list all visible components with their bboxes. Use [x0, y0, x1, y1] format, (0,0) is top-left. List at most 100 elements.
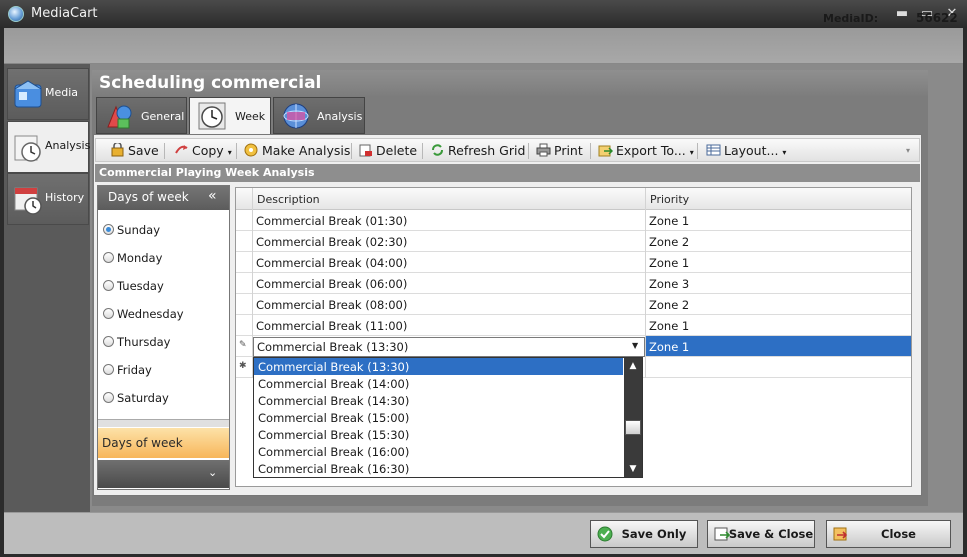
print-button[interactable]: Print — [536, 142, 583, 160]
toolbar-divider — [590, 143, 591, 159]
dropdown-item[interactable]: Commercial Break (16:30) — [254, 460, 623, 477]
print-label: Print — [554, 143, 583, 158]
toolbar-divider — [236, 143, 237, 159]
nav-item-analysis[interactable]: Analysis — [7, 121, 91, 173]
layout-grid-icon — [706, 144, 721, 156]
day-option-friday[interactable]: Friday — [103, 363, 152, 379]
day-option-wednesday[interactable]: Wednesday — [103, 307, 184, 323]
layout-label: Layout... — [724, 143, 779, 158]
refresh-grid-button[interactable]: Refresh Grid — [430, 142, 525, 160]
day-label: Monday — [117, 251, 163, 265]
export-to-label: Export To... — [616, 143, 686, 158]
radio-icon — [103, 252, 114, 263]
day-option-monday[interactable]: Monday — [103, 251, 162, 267]
description-cell: Commercial Break (01:30) — [256, 214, 408, 228]
close-button[interactable]: Close — [826, 520, 951, 548]
layout-button[interactable]: Layout... ▾ — [706, 142, 786, 160]
column-header-description[interactable]: Description — [257, 193, 320, 206]
make-analysis-label: Make Analysis — [262, 143, 351, 158]
priority-cell: Zone 2 — [649, 298, 690, 312]
table-row[interactable]: Commercial Break (04:00) Zone 1 — [236, 252, 911, 273]
general-shapes-icon — [107, 105, 132, 129]
dropdown-item[interactable]: Commercial Break (15:30) — [254, 426, 623, 443]
days-group-button[interactable]: Days of week — [98, 428, 229, 458]
dropdown-scrollbar[interactable] — [624, 358, 642, 477]
table-row[interactable]: Commercial Break (06:00) Zone 3 — [236, 273, 911, 294]
day-option-tuesday[interactable]: Tuesday — [103, 279, 164, 295]
left-navigation: Media Analysis History — [4, 64, 90, 512]
table-row[interactable]: Commercial Break (01:30) Zone 1 — [236, 210, 911, 231]
refresh-grid-label: Refresh Grid — [448, 143, 526, 158]
save-close-icon — [714, 527, 730, 541]
exit-door-icon — [833, 527, 848, 541]
toolbar-divider — [164, 143, 165, 159]
column-header-priority[interactable]: Priority — [650, 193, 689, 206]
radio-icon — [103, 364, 114, 375]
nav-item-history[interactable]: History — [7, 173, 89, 225]
export-icon — [598, 145, 613, 157]
delete-button[interactable]: Delete — [358, 142, 417, 160]
layout-dropdown-icon: ▾ — [782, 148, 787, 157]
description-cell: Commercial Break (11:00) — [256, 319, 408, 333]
day-option-saturday[interactable]: Saturday — [103, 391, 169, 407]
analysis-clock-icon — [14, 135, 41, 162]
table-row[interactable]: Commercial Break (02:30) Zone 2 — [236, 231, 911, 252]
tab-week[interactable]: Week — [189, 97, 271, 135]
radio-icon — [103, 280, 114, 291]
save-button[interactable]: Save — [110, 142, 159, 160]
scroll-up-icon[interactable]: ▲ — [624, 358, 642, 374]
day-label: Saturday — [117, 391, 169, 405]
media-cube-icon — [14, 80, 42, 108]
table-row[interactable]: Commercial Break (11:00) Zone 1 — [236, 315, 911, 336]
dropdown-item[interactable]: Commercial Break (15:00) — [254, 409, 623, 426]
tab-label-general: General — [141, 110, 185, 123]
history-calendar-icon — [14, 187, 42, 215]
save-close-label: Save & Close — [728, 527, 814, 541]
dropdown-item[interactable]: Commercial Break (14:00) — [254, 375, 623, 392]
scroll-thumb[interactable] — [625, 420, 641, 435]
copy-button[interactable]: Copy ▾ — [174, 142, 232, 160]
make-analysis-button[interactable]: Make Analysis — [244, 142, 350, 160]
export-to-button[interactable]: Export To... ▾ — [598, 142, 694, 160]
table-row[interactable]: Commercial Break (08:00) Zone 2 — [236, 294, 911, 315]
priority-cell: Zone 1 — [649, 214, 690, 228]
copy-icon — [175, 145, 188, 154]
toolbar: Save Copy ▾ Make Analysis Delete Refresh… — [95, 138, 920, 162]
day-label: Wednesday — [117, 307, 184, 321]
tab-label-analysis: Analysis — [317, 110, 363, 123]
toolbar-divider — [422, 143, 423, 159]
save-close-button[interactable]: Save & Close — [707, 520, 815, 548]
title-bar — [0, 0, 967, 28]
chevron-down-icon[interactable]: ⌄ — [208, 466, 217, 479]
priority-cell: Zone 1 — [649, 319, 690, 333]
tab-analysis[interactable]: Analysis — [273, 97, 365, 134]
nav-label-analysis: Analysis — [45, 139, 91, 152]
day-option-sunday[interactable]: Sunday — [103, 223, 160, 239]
description-cell: Commercial Break (08:00) — [256, 298, 408, 312]
copy-label: Copy — [192, 143, 224, 158]
description-cell: Commercial Break (02:30) — [256, 235, 408, 249]
tab-general[interactable]: General — [96, 97, 187, 134]
dropdown-item[interactable]: Commercial Break (13:30) — [254, 358, 623, 375]
radio-icon — [103, 308, 114, 319]
collapse-panel-icon[interactable]: « — [208, 188, 222, 206]
delete-label: Delete — [376, 143, 418, 158]
description-combo-box[interactable]: Commercial Break (13:30) — [253, 337, 645, 357]
nav-item-media[interactable]: Media — [7, 68, 89, 120]
week-clock-icon — [198, 102, 226, 130]
priority-cell: Zone 2 — [649, 235, 690, 249]
toolbar-overflow-icon[interactable]: ▾ — [906, 142, 910, 160]
combo-dropdown-icon[interactable]: ▼ — [632, 341, 638, 350]
media-id-value: 56622 — [916, 11, 958, 25]
panel-splitter[interactable] — [98, 419, 229, 427]
scroll-down-icon[interactable]: ▼ — [624, 461, 642, 477]
dropdown-item[interactable]: Commercial Break (16:00) — [254, 443, 623, 460]
dropdown-item[interactable]: Commercial Break (14:30) — [254, 392, 623, 409]
day-option-thursday[interactable]: Thursday — [103, 335, 170, 351]
nav-label-history: History — [45, 191, 85, 204]
day-label: Tuesday — [117, 279, 164, 293]
save-lock-icon — [111, 143, 124, 157]
save-only-button[interactable]: Save Only — [590, 520, 698, 548]
export-dropdown-icon: ▾ — [689, 148, 694, 157]
minimize-icon[interactable]: ▬ — [892, 5, 912, 23]
